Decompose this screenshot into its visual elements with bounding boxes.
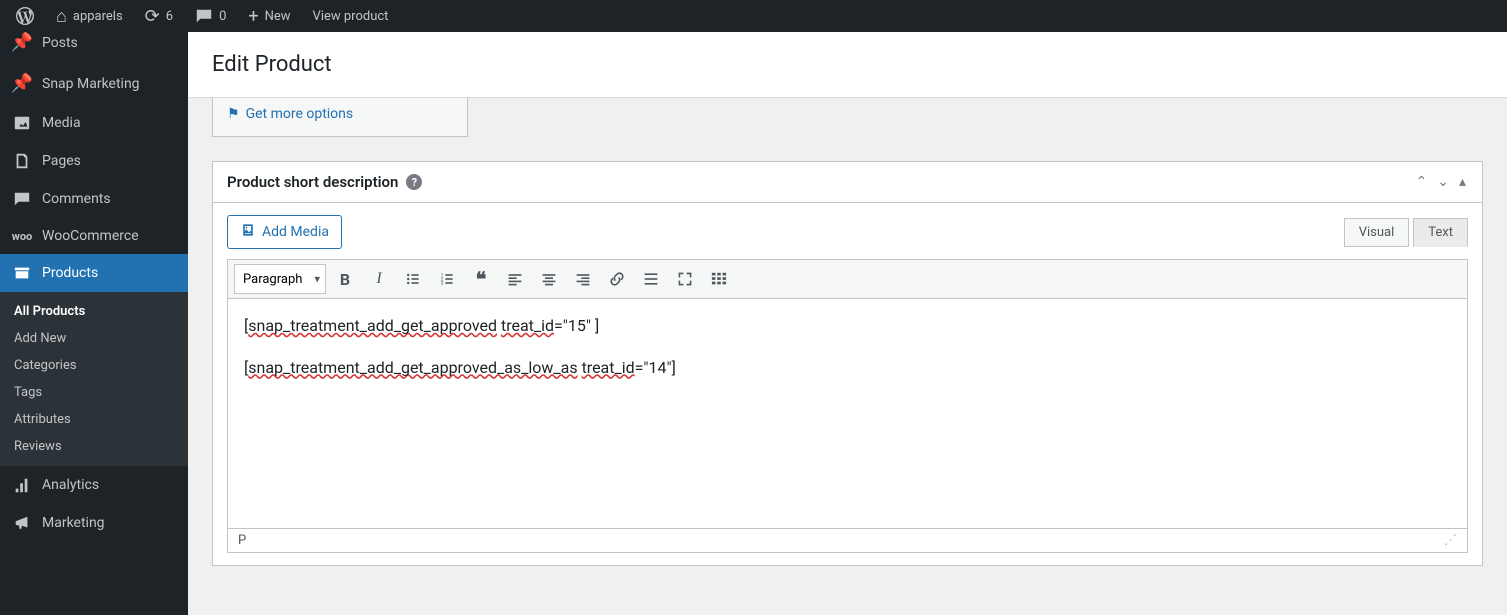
updates-count: 6 [166, 9, 173, 24]
sidebar-item-label: Snap Marketing [42, 76, 140, 92]
panel-body: Add Media Visual Text Paragraph B I 123 … [213, 203, 1482, 565]
italic-button[interactable]: I [364, 264, 394, 294]
readmore-button[interactable] [636, 264, 666, 294]
sidebar-item-label: Pages [42, 153, 81, 169]
home-icon: ⌂ [56, 6, 67, 27]
tab-visual[interactable]: Visual [1344, 218, 1410, 247]
site-home-link[interactable]: ⌂ apparels [48, 0, 131, 32]
sidebar-item-label: Comments [42, 191, 111, 207]
sidebar-item-label: Posts [42, 35, 78, 51]
panel-title: Product short description ? [227, 173, 422, 191]
sidebar-submenu-products: All Products Add New Categories Tags Att… [0, 292, 188, 466]
move-up-icon[interactable]: ⌃ [1414, 172, 1430, 192]
main-content: Edit Product ⚑ Get more options Product s… [188, 32, 1507, 615]
get-more-options-link[interactable]: ⚑ Get more options [227, 106, 353, 122]
sidebar-sub-attributes[interactable]: Attributes [0, 406, 188, 433]
short-description-panel: Product short description ? ⌃ ⌄ ▴ Add Me… [212, 161, 1483, 566]
view-product-link[interactable]: View product [305, 0, 397, 32]
sidebar-item-label: Marketing [42, 515, 105, 531]
sidebar-item-woocommerce[interactable]: woo WooCommerce [0, 218, 188, 254]
sidebar-item-media[interactable]: Media [0, 104, 188, 142]
collapse-icon[interactable]: ▴ [1457, 172, 1468, 192]
align-right-button[interactable] [568, 264, 598, 294]
panel-toggles: ⌃ ⌄ ▴ [1414, 172, 1469, 192]
megaphone-icon [12, 514, 32, 532]
sidebar-sub-tags[interactable]: Tags [0, 379, 188, 406]
resize-handle-icon[interactable]: ⋰ [1444, 533, 1457, 548]
sidebar-item-marketing[interactable]: Marketing [0, 504, 188, 542]
new-label: New [265, 9, 291, 24]
pin-icon: 📌 [12, 32, 32, 53]
sidebar-item-snap-marketing[interactable]: 📌 Snap Marketing [0, 63, 188, 104]
refresh-icon: ⟳ [145, 6, 160, 27]
sidebar-item-label: WooCommerce [42, 228, 139, 244]
add-media-label: Add Media [262, 224, 329, 240]
media-icon [12, 114, 32, 132]
analytics-icon [12, 476, 32, 494]
sidebar-item-label: Media [42, 115, 81, 131]
help-icon[interactable]: ? [406, 174, 422, 190]
admin-topbar: ⌂apparels ⟳6 0 +New View product [0, 0, 1507, 32]
add-media-button[interactable]: Add Media [227, 215, 342, 249]
link-button[interactable] [602, 264, 632, 294]
fullscreen-button[interactable] [670, 264, 700, 294]
editor-tabs: Visual Text [1344, 218, 1468, 247]
toolbar-toggle-button[interactable] [704, 264, 734, 294]
pin-icon: 📌 [12, 73, 32, 94]
wordpress-icon [16, 7, 34, 25]
panel-title-text: Product short description [227, 173, 398, 191]
page-header: Edit Product [188, 32, 1507, 98]
panel-header: Product short description ? ⌃ ⌄ ▴ [213, 162, 1482, 203]
editor-textarea[interactable]: [snap_treatment_add_get_approved treat_i… [227, 299, 1468, 529]
svg-text:3: 3 [441, 281, 444, 287]
flag-icon: ⚑ [227, 106, 240, 122]
plus-icon: + [248, 6, 258, 27]
tab-text[interactable]: Text [1413, 218, 1468, 247]
sidebar-item-label: Analytics [42, 477, 99, 493]
page-icon [12, 152, 32, 170]
editor-line: [snap_treatment_add_get_approved_as_low_… [244, 355, 1451, 381]
options-box: ⚑ Get more options [212, 98, 468, 137]
comment-icon [12, 190, 32, 208]
format-select[interactable]: Paragraph [234, 264, 326, 294]
sidebar-item-comments[interactable]: Comments [0, 180, 188, 218]
comment-icon [195, 7, 213, 25]
editor-line: [snap_treatment_add_get_approved treat_i… [244, 313, 1451, 339]
woocommerce-icon: woo [12, 230, 32, 243]
element-path[interactable]: P [238, 533, 246, 548]
media-icon [240, 222, 256, 242]
sidebar-sub-add-new[interactable]: Add New [0, 325, 188, 352]
align-left-button[interactable] [500, 264, 530, 294]
options-link-label: Get more options [246, 106, 354, 122]
sidebar-sub-all-products[interactable]: All Products [0, 298, 188, 325]
archive-icon [12, 264, 32, 282]
bold-button[interactable]: B [330, 264, 360, 294]
admin-sidebar: 📌 Posts 📌 Snap Marketing Media Pages Comme… [0, 32, 188, 615]
comments-count: 0 [219, 9, 226, 24]
align-center-button[interactable] [534, 264, 564, 294]
comments-link[interactable]: 0 [187, 0, 234, 32]
updates-link[interactable]: ⟳6 [137, 0, 181, 32]
numbered-list-button[interactable]: 123 [432, 264, 462, 294]
move-down-icon[interactable]: ⌄ [1435, 172, 1451, 192]
bullet-list-button[interactable] [398, 264, 428, 294]
editor-statusbar: P ⋰ [227, 529, 1468, 553]
view-product-label: View product [313, 9, 389, 24]
wp-logo[interactable] [8, 0, 42, 32]
sidebar-item-analytics[interactable]: Analytics [0, 466, 188, 504]
new-content-link[interactable]: + New [240, 0, 298, 32]
sidebar-item-pages[interactable]: Pages [0, 142, 188, 180]
editor-toolbar: Paragraph B I 123 ❝ [227, 259, 1468, 299]
quote-button[interactable]: ❝ [466, 264, 496, 294]
sidebar-sub-reviews[interactable]: Reviews [0, 433, 188, 460]
page-title: Edit Product [212, 52, 1483, 77]
site-name: apparels [73, 9, 123, 24]
sidebar-sub-categories[interactable]: Categories [0, 352, 188, 379]
sidebar-item-posts[interactable]: 📌 Posts [0, 32, 188, 63]
sidebar-item-label: Products [42, 265, 98, 281]
sidebar-item-products[interactable]: Products [0, 254, 188, 292]
